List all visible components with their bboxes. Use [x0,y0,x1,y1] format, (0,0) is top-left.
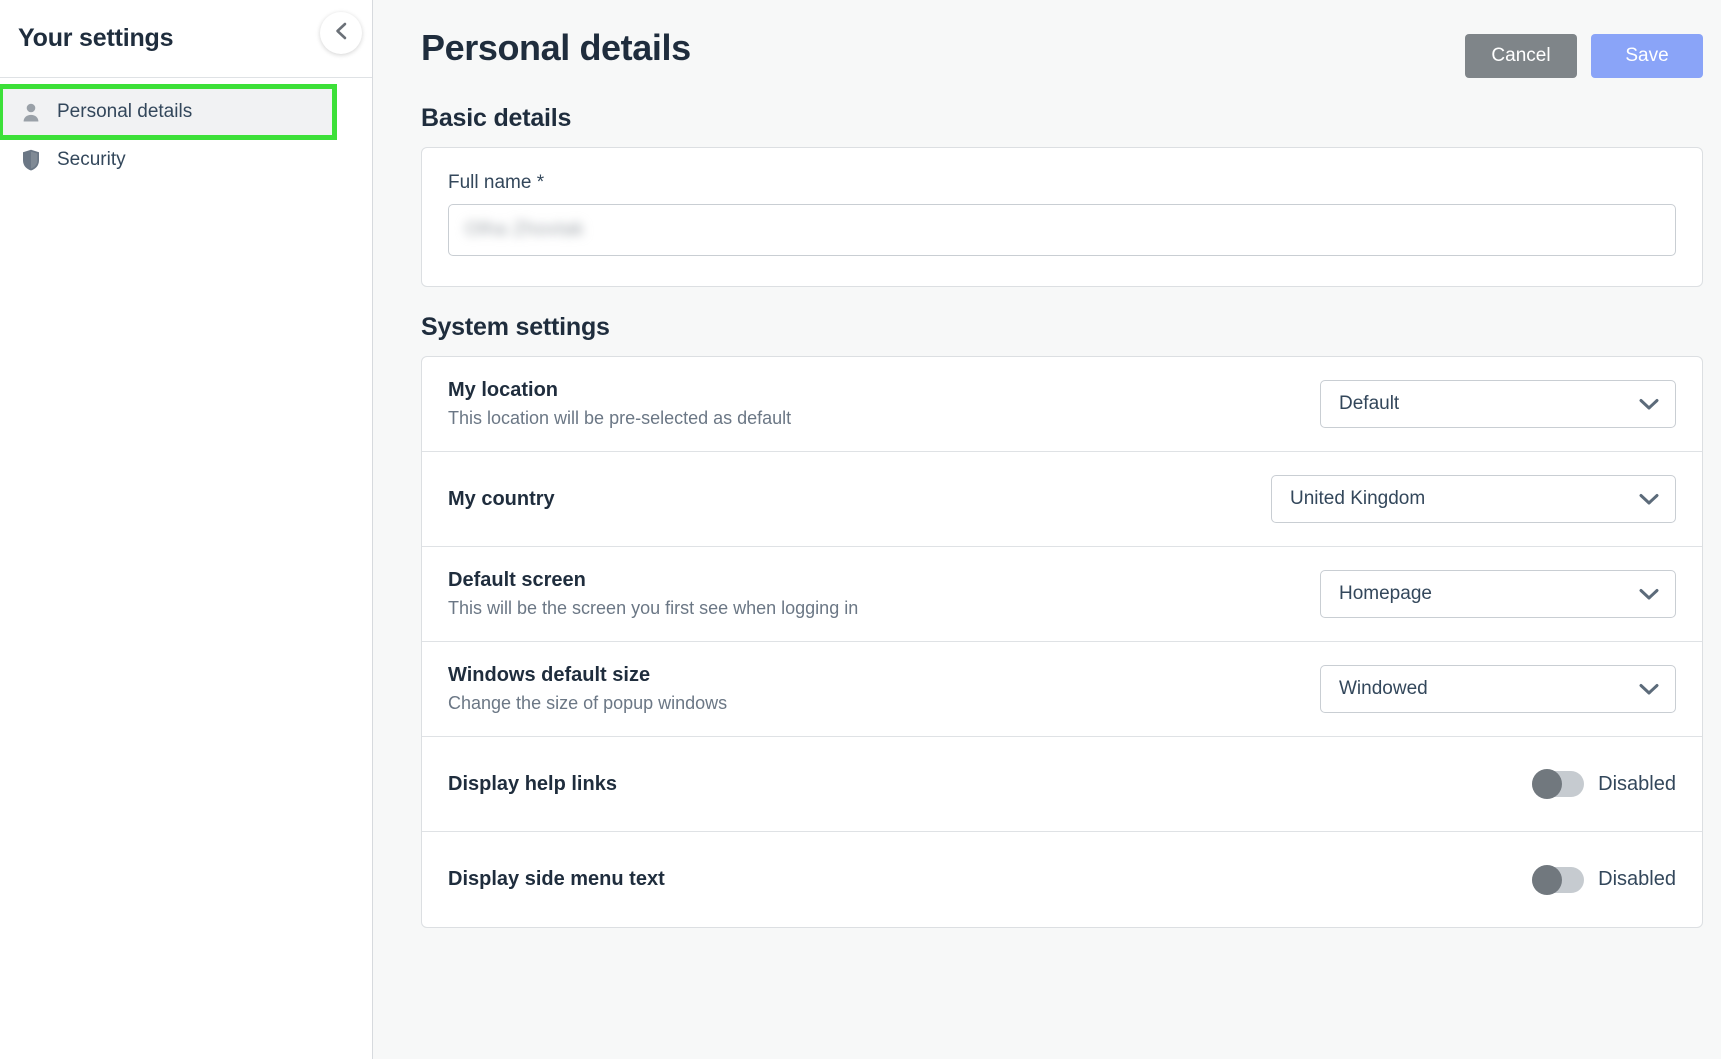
toggle-knob [1532,769,1563,799]
row-description: Change the size of popup windows [448,693,728,714]
select-value: Homepage [1339,583,1432,604]
row-title: Default screen [448,569,586,592]
settings-row: Display help links Disabled [422,737,1702,832]
select-value: Windowed [1339,678,1428,699]
sidebar-item-label: Personal details [57,101,193,122]
select-value: Default [1339,393,1400,414]
settings-row: Windows default size Change the size of … [422,642,1702,737]
full-name-label: Full name * [448,172,545,193]
display-side-menu-text-toggle[interactable] [1532,864,1585,895]
row-text: My country [448,487,555,512]
row-text: Display side menu text [448,867,665,892]
chevron-down-icon [1639,398,1659,411]
row-title: Windows default size [448,664,651,687]
shield-icon [20,149,42,171]
select-value: United Kingdom [1290,488,1426,509]
display-side-menu-text-toggle-group: Disabled [1532,864,1676,895]
toggle-knob [1532,864,1563,895]
full-name-input[interactable]: Olha Zhovtak [448,204,1676,256]
row-text: Display help links [448,772,617,797]
default-screen-select[interactable]: Homepage [1320,570,1676,618]
header-actions: Cancel Save [1465,28,1703,78]
display-help-links-toggle-group: Disabled [1532,769,1676,799]
row-text: Default screen This will be the screen y… [448,568,858,620]
sidebar-title: Your settings [18,24,174,52]
system-settings-section-title: System settings [421,313,610,341]
chevron-down-icon [1639,493,1659,506]
row-text: My location This location will be pre-se… [448,378,791,430]
sidebar-item-security[interactable]: Security [2,136,372,184]
sidebar: Your settings Personal details Security [0,0,373,1059]
row-title: Display side menu text [448,868,665,890]
my-location-select[interactable]: Default [1320,380,1676,428]
row-description: This will be the screen you first see wh… [448,598,859,619]
basic-details-card: Full name * Olha Zhovtak [421,147,1703,287]
basic-details-section-title: Basic details [421,104,572,132]
sidebar-header: Your settings [0,0,372,78]
row-text: Windows default size Change the size of … [448,663,727,715]
sidebar-nav: Personal details Security [0,78,372,184]
chevron-down-icon [1639,588,1659,601]
full-name-value: Olha Zhovtak [465,219,584,240]
row-description: This location will be pre-selected as de… [448,408,792,429]
settings-row: Default screen This will be the screen y… [422,547,1702,642]
settings-row: My country United Kingdom [422,452,1702,547]
row-title: My country [448,487,555,510]
settings-row: Display side menu text Disabled [422,832,1702,927]
user-icon [20,102,42,123]
sidebar-collapse-button[interactable] [320,12,362,54]
page-header: Personal details Cancel Save [421,0,1703,78]
settings-page: Your settings Personal details Security … [0,0,1721,1059]
toggle-state-label: Disabled [1598,868,1676,890]
main-content: Personal details Cancel Save Basic detai… [373,0,1721,1059]
system-settings-card: My location This location will be pre-se… [421,356,1703,928]
chevron-down-icon [1639,683,1659,696]
row-title: My location [448,379,559,402]
row-title: Display help links [448,772,617,795]
settings-row: My location This location will be pre-se… [422,357,1702,452]
save-button[interactable]: Save [1591,34,1703,78]
page-title: Personal details [421,27,691,68]
display-help-links-toggle[interactable] [1532,769,1585,799]
sidebar-item-personal-details[interactable]: Personal details [0,84,337,140]
cancel-button[interactable]: Cancel [1465,34,1577,78]
my-country-select[interactable]: United Kingdom [1271,475,1676,523]
windows-default-size-select[interactable]: Windowed [1320,665,1676,713]
chevron-left-icon [333,21,350,46]
sidebar-item-label: Security [57,149,126,170]
toggle-state-label: Disabled [1598,772,1676,795]
